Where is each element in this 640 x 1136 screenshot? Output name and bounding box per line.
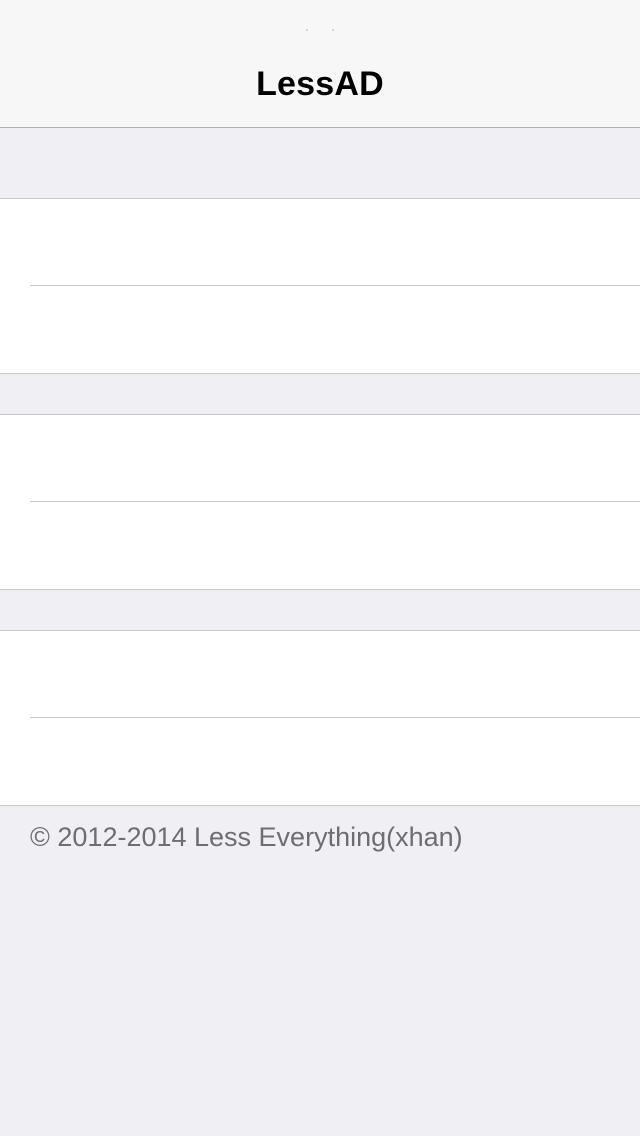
table-row[interactable] [0, 415, 640, 502]
table-row[interactable] [0, 718, 640, 805]
status-indicator-icon [306, 29, 308, 31]
page-title: LessAD [256, 65, 384, 103]
copyright-footer: © 2012-2014 Less Everything(xhan) [30, 822, 463, 852]
table-row[interactable] [0, 631, 640, 718]
table-row[interactable] [0, 286, 640, 373]
status-bar [0, 0, 640, 40]
table-row[interactable] [0, 199, 640, 286]
navigation-bar: LessAD [0, 0, 640, 128]
settings-group-1 [0, 198, 640, 374]
settings-group-2 [0, 414, 640, 590]
settings-group-3 [0, 630, 640, 806]
status-indicator-icon [332, 29, 334, 31]
table-row[interactable] [0, 502, 640, 589]
